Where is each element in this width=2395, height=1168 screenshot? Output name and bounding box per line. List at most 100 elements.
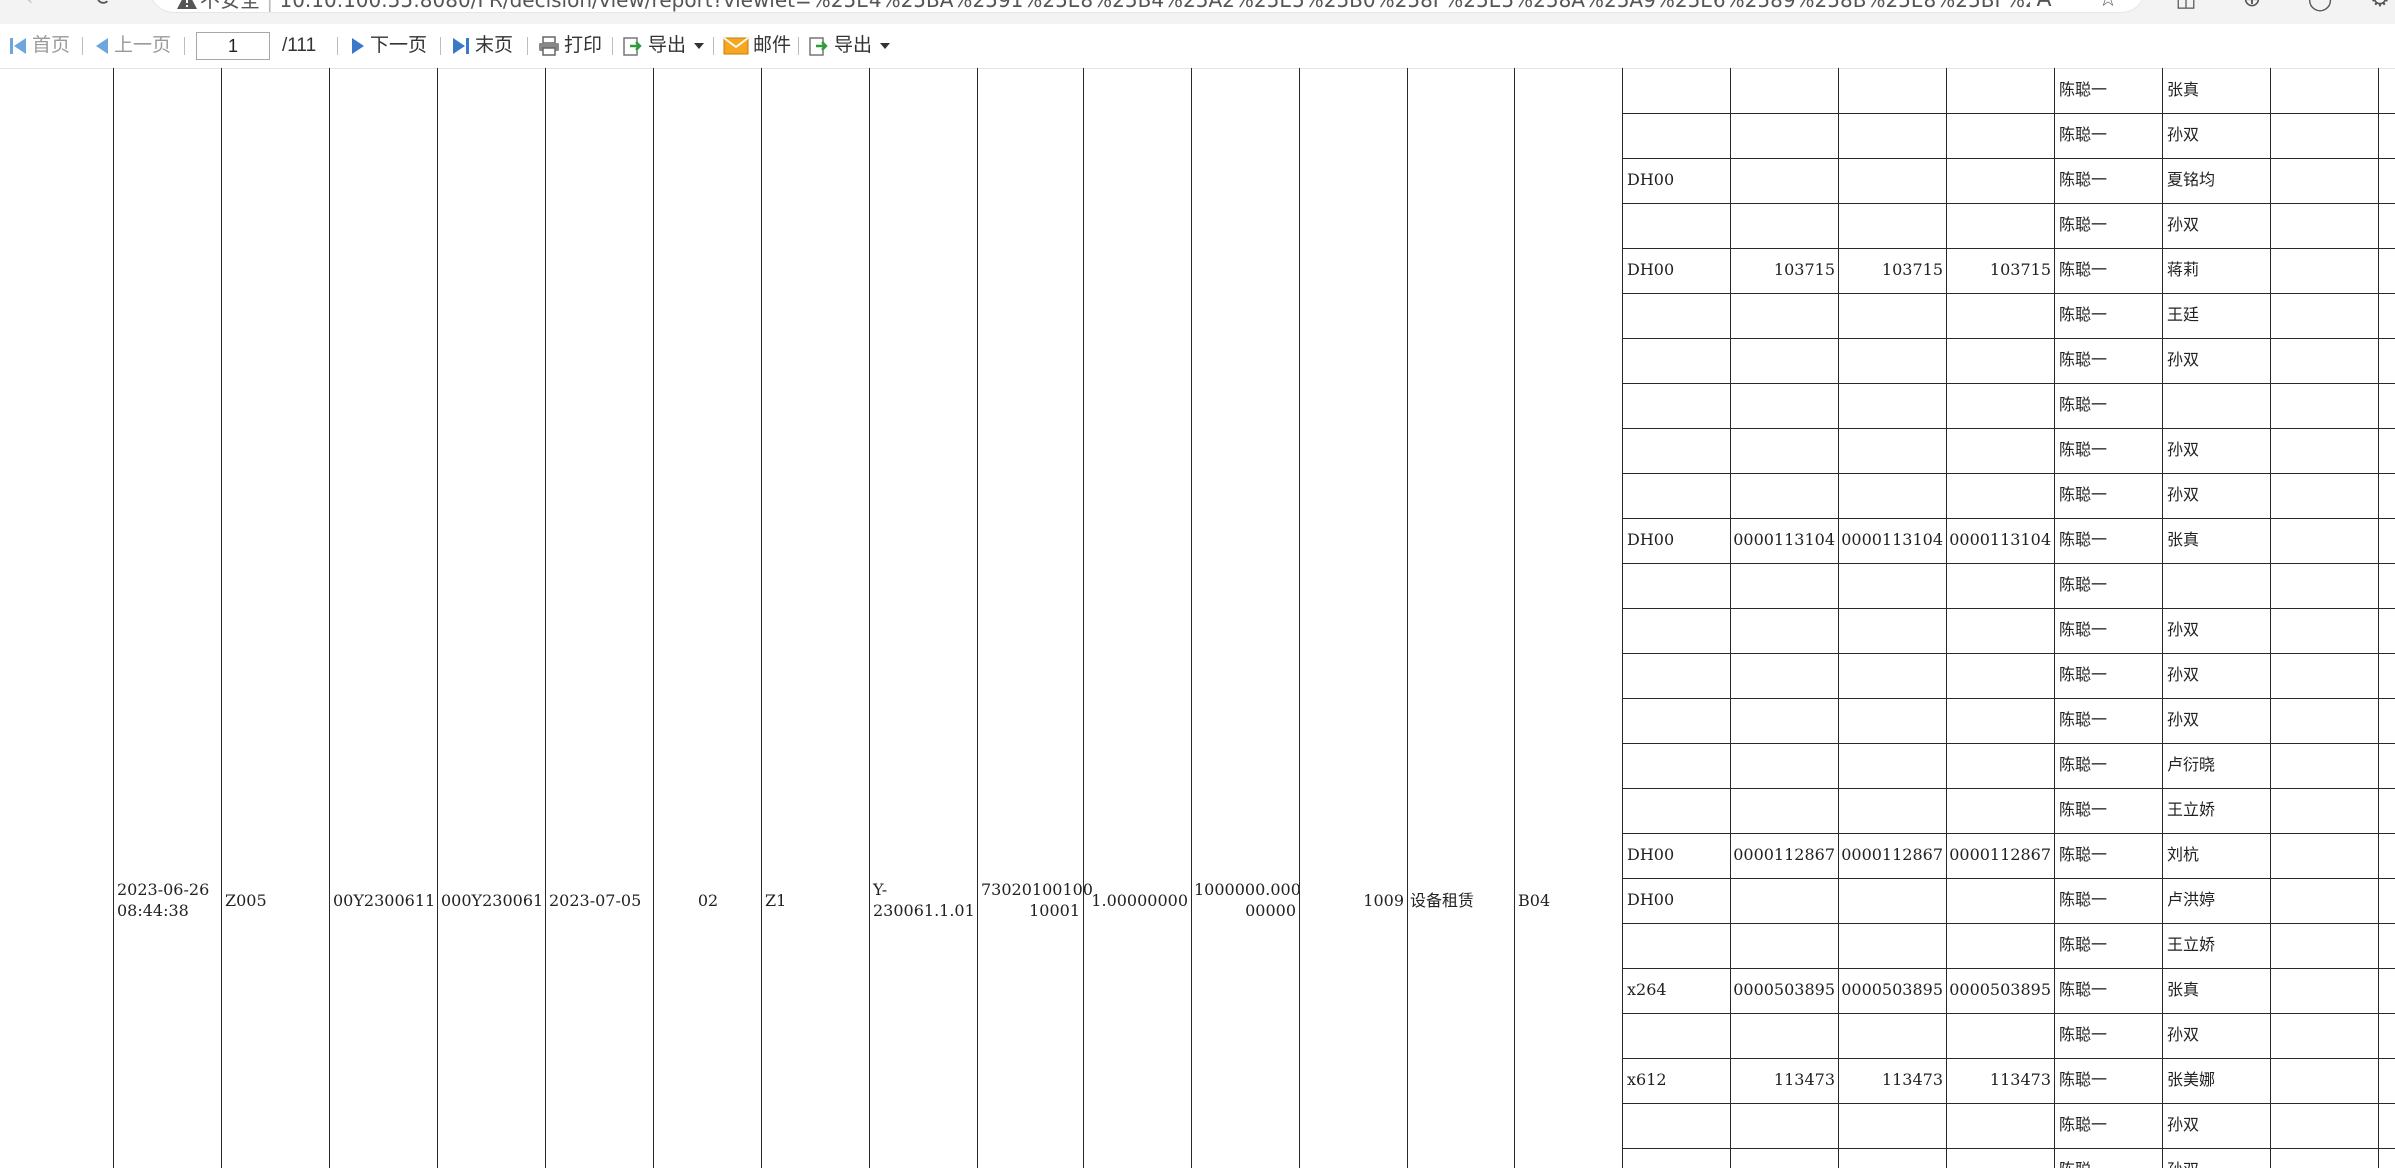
table-cell-n3: 103715 [1989,260,2051,279]
mail-label: 邮件 [753,35,792,56]
mail-button[interactable]: 邮件 [723,24,791,68]
export-label: 导出 [648,35,687,56]
table-cell-code [1624,653,1728,697]
reload-icon[interactable]: ⟳ [92,0,118,12]
row-divider [1622,608,2395,609]
table-cell-n1: 0000112867 [1733,845,1835,864]
table-cell-n2: 0000113104 [1841,530,1943,549]
table-cell-p1: 陈聪一 [2059,1115,2108,1134]
row-divider [1622,293,2395,294]
extensions-icon[interactable]: ⚙ [2366,0,2394,14]
printer-icon [539,36,559,56]
table-cell-n3 [1946,923,2054,967]
row-divider [1622,743,2395,744]
table-cell-code [1624,428,1728,472]
next-page-button[interactable]: 下一页 [352,24,427,68]
table-cell-p1: 陈聪一 [2059,710,2108,729]
table-cell-n2 [1838,1103,1946,1147]
table-cell-p2: 张美娜 [2167,1070,2216,1089]
first-page-button[interactable]: 首页 [10,24,70,68]
star-icon[interactable]: ☆ [2094,0,2122,14]
merged-cell: B04 [1518,891,1551,910]
merged-cell: 02 [697,891,719,910]
table-cell-code [1624,608,1728,652]
split-screen-icon[interactable]: ◫ [2172,0,2200,14]
table-cell-n1: 113473 [1773,1070,1835,1089]
table-cell-p2 [2164,383,2268,427]
table-cell-n2 [1838,608,1946,652]
table-cell-p1: 陈聪一 [2059,440,2108,459]
table-cell-p1: 陈聪一 [2059,485,2108,504]
separator [82,37,83,55]
export-dropdown-button[interactable]: 导出 [622,24,705,68]
back-arrow-icon[interactable]: ‹ [16,0,42,12]
table-cell-n2 [1838,158,1946,202]
table-cell-n2 [1838,1148,1946,1168]
url-text[interactable]: 不安全 | 10.10.100.55:8080/FR/decision/view… [200,0,2030,12]
table-cell-n2 [1838,338,1946,382]
security-label: 不安全 [200,0,260,12]
table-cell-code [1624,698,1728,742]
table-cell-p1: 陈聪一 [2059,350,2108,369]
print-button[interactable]: 打印 [538,24,602,68]
merged-cell: Z1 [765,891,787,910]
table-cell-n2: 113473 [1881,1070,1943,1089]
table-cell-p1: 陈聪一 [2059,665,2108,684]
page-number-input[interactable] [196,32,270,60]
column-divider [1407,68,1408,1168]
table-cell-n1 [1730,608,1838,652]
table-cell-p2: 孙双 [2167,1025,2200,1044]
table-cell-p2: 孙双 [2164,1148,2268,1168]
table-cell-n2 [1838,68,1946,112]
table-cell-p1: 陈聪一 [2059,305,2108,324]
table-cell-n1 [1730,113,1838,157]
table-cell-code: DH00 [1627,260,1675,279]
collections-icon[interactable]: ⊕ [2238,0,2266,14]
column-divider [2054,68,2055,1168]
last-page-button[interactable]: 末页 [453,24,513,68]
next-page-icon [352,38,364,54]
prev-page-label: 上一页 [114,35,172,56]
row-divider [1622,338,2395,339]
page-total: /111 [282,35,317,56]
table-cell-p1: 陈聪一 [2059,980,2108,999]
table-cell-n1 [1730,743,1838,787]
table-cell-n3 [1946,1148,2054,1168]
table-cell-code: DH00 [1627,530,1675,549]
table-cell-p1: 陈聪一 [2059,260,2108,279]
export-label: 导出 [834,35,873,56]
url-value: 10.10.100.55:8080/FR/decision/view/repor… [279,0,2030,12]
profile-icon[interactable]: ◯ [2306,0,2334,14]
column-divider [2162,68,2163,1168]
row-divider [1622,653,2395,654]
table-cell-n3 [1946,1103,2054,1147]
table-cell-n3: 113473 [1989,1070,2051,1089]
table-cell-p2: 张真 [2167,80,2200,99]
read-aloud-icon[interactable]: A [2030,0,2058,14]
table-cell-n3 [1946,743,2054,787]
table-cell-n3 [1946,158,2054,202]
table-cell-p2: 孙双 [2167,440,2200,459]
column-divider [2270,68,2271,1168]
warning-icon [177,0,197,9]
table-cell-p2: 王立娇 [2167,935,2216,954]
column-divider [1083,68,1084,1168]
table-cell-p1: 陈聪一 [2059,935,2108,954]
merged-cell: 000Y230061 [441,891,542,910]
column-divider [437,68,438,1168]
table-cell-p2: 蒋莉 [2167,260,2200,279]
table-cell-code [1624,293,1728,337]
separator [337,37,338,55]
prev-page-button[interactable]: 上一页 [96,24,171,68]
table-cell-n1 [1730,203,1838,247]
table-cell-p2: 孙双 [2167,485,2200,504]
chevron-down-icon [694,43,705,49]
last-page-label: 末页 [475,35,514,56]
table-cell-n2 [1838,698,1946,742]
row-divider [1622,878,2395,879]
table-cell-n3 [1946,1013,2054,1057]
table-cell-p2: 张真 [2167,980,2200,999]
table-cell-n2 [1838,878,1946,922]
export-dropdown-button-2[interactable]: 导出 [808,24,891,68]
row-divider [1622,383,2395,384]
